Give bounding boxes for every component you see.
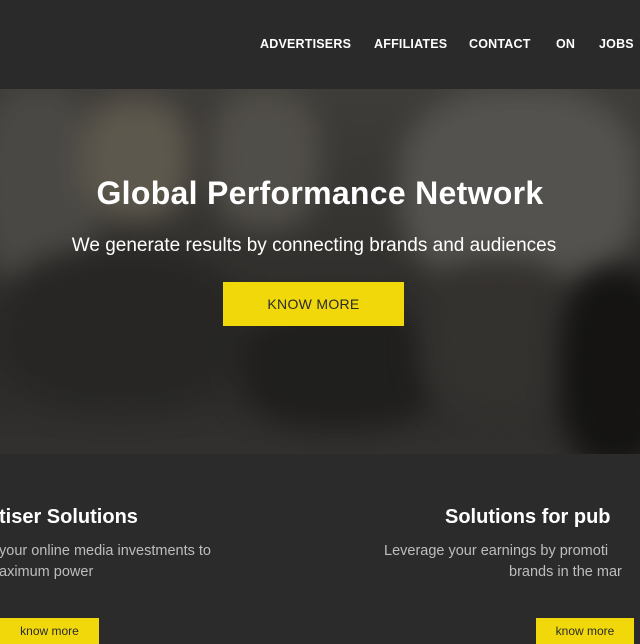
- advertiser-solutions-text-line1: your online media investments to: [0, 543, 211, 559]
- nav-jobs[interactable]: JOBS: [599, 37, 634, 51]
- advertiser-solutions-text-line2: aximum power: [0, 564, 94, 580]
- hero-subtitle: We generate results by connecting brands…: [71, 235, 557, 256]
- nav-advertisers[interactable]: ADVERTISERS: [260, 37, 351, 51]
- nav-on[interactable]: ON: [556, 37, 575, 51]
- hero-banner: Global Performance Network We generate r…: [0, 89, 640, 454]
- know-more-button[interactable]: KNOW MORE: [223, 282, 404, 326]
- advertiser-solutions-title: tiser Solutions: [0, 506, 138, 528]
- publisher-solutions-title: Solutions for pub: [445, 506, 611, 528]
- hero-overlay: [0, 89, 640, 454]
- nav-affiliates[interactable]: AFFILIATES: [374, 37, 447, 51]
- publisher-know-more-button[interactable]: know more: [536, 618, 634, 644]
- nav-contact[interactable]: CONTACT: [469, 37, 531, 51]
- hero-title: Global Performance Network: [96, 175, 544, 211]
- publisher-solutions-text-line2: brands in the mar: [509, 564, 622, 580]
- site-header: ADVERTISERS AFFILIATES CONTACT ON JOBS: [0, 0, 640, 89]
- publisher-solutions-text-line1: Leverage your earnings by promoti: [384, 543, 609, 559]
- advertiser-know-more-button[interactable]: know more: [0, 618, 99, 644]
